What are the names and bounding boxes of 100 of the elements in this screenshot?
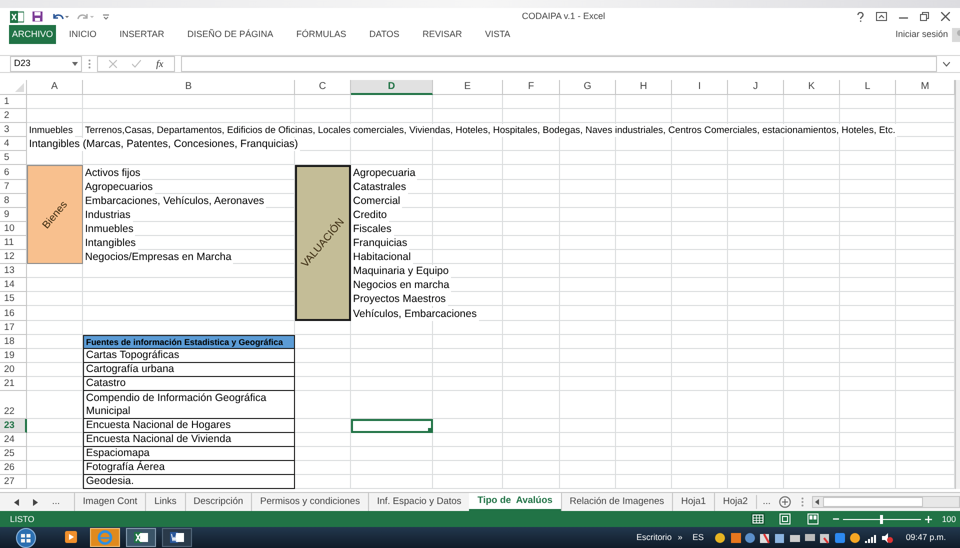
ribbon-tab[interactable]: INICIO [66,25,100,44]
ribbon-tab[interactable]: DISEÑO DE PÁGINA [184,25,276,44]
column-header[interactable]: A [27,80,83,95]
row-header[interactable]: 6 [0,165,27,180]
row-header[interactable]: 16 [0,306,27,320]
ribbon-display-icon[interactable] [876,12,887,21]
column-header[interactable]: H [616,80,672,95]
table-cell: Cartas Topográficas [83,348,295,363]
table-header: Fuentes de información Estadistica y Geográfica [83,334,295,349]
zoom-slider-thumb[interactable] [880,514,884,524]
document-app-icon[interactable] [162,528,192,547]
cell-text: Intangibles [83,237,138,250]
vertical-scrollbar[interactable] [955,80,960,490]
row-header[interactable]: 27 [0,475,27,490]
close-icon[interactable] [941,12,950,21]
desktop-toolbar-label[interactable]: Escritorio [636,531,672,544]
row-header[interactable]: 3 [0,123,27,138]
row-header[interactable]: 14 [0,278,27,292]
sign-in-link[interactable]: Iniciar sesión [895,28,948,42]
row-header[interactable]: 17 [0,320,27,335]
toolbar-chevron[interactable]: » [678,531,682,544]
row-header[interactable]: 11 [0,236,27,250]
column-header[interactable]: E [433,80,503,95]
row-header[interactable]: 5 [0,151,27,166]
row-header[interactable]: 9 [0,208,27,222]
row-header[interactable]: 18 [0,334,27,349]
ribbon-tab[interactable]: REVISAR [419,25,465,44]
column-header[interactable]: C [295,80,351,95]
cell-text: Activos fijos [83,166,142,180]
status-text: LISTO [10,512,34,526]
row-header[interactable]: 25 [0,447,27,462]
scroll-left-icon[interactable] [14,498,19,506]
column-header[interactable]: F [503,80,560,95]
name-box[interactable]: D23 [10,56,82,72]
column-header[interactable]: G [560,80,616,95]
row-header[interactable]: 8 [0,194,27,208]
row-header[interactable]: 24 [0,433,27,448]
more-sheets[interactable]: ... [52,494,60,510]
column-header[interactable]: B [83,80,295,95]
insert-function-button[interactable]: fx [156,56,164,72]
row-header[interactable]: 23 [0,418,27,434]
row-header[interactable]: 22 [0,390,27,419]
table-cell: Encuesta Nacional de Vivienda [83,433,295,448]
clock[interactable]: 09:47 p.m. [906,531,946,544]
zoom-out-icon[interactable] [832,516,839,522]
cell-text: Agropecuarios [83,180,155,194]
zoom-percent[interactable]: 100 [942,512,956,526]
normal-view-icon[interactable] [750,513,765,525]
ribbon-tab[interactable]: ARCHIVO [9,25,56,44]
spreadsheet-app-icon[interactable] [10,10,24,22]
cell-text: Terrenos,Casas, Departamentos, Edificios de Oficinas, Locales comerciales, Viviendas, Hoteles, Hospitales, Bodegas, Naves industriales, Centros Comerciales, estacionamientos, Hoteles, Etc. [83,124,898,138]
formula-input[interactable] [181,56,937,72]
cell-text: Catastrales [351,180,408,194]
row-header[interactable]: 21 [0,376,27,391]
row-header[interactable]: 2 [0,109,27,124]
language-indicator[interactable]: ES [692,531,704,544]
cell-text: Intangibles (Marcas, Patentes, Concesiones, Franquicias) [27,138,300,152]
row-header[interactable]: 15 [0,292,27,306]
column-header[interactable]: M [896,80,955,95]
column-header[interactable]: L [840,80,896,95]
column-header[interactable]: K [784,80,840,95]
zoom-slider[interactable] [842,514,921,524]
zoom-in-icon[interactable] [924,516,932,522]
undo-icon[interactable] [51,12,69,22]
ribbon-tab[interactable]: INSERTAR [116,25,168,44]
help-icon[interactable] [857,12,864,22]
column-header[interactable]: I [672,80,728,95]
ribbon-tab[interactable]: DATOS [366,25,402,44]
page-break-icon[interactable] [806,513,819,525]
row-header[interactable]: 26 [0,461,27,476]
horizontal-scrollbar[interactable] [812,496,960,508]
restore-icon[interactable] [920,12,929,21]
row-header[interactable]: 19 [0,348,27,363]
sheet-tab[interactable]: Tipo de Avalúos [469,493,561,511]
cell-text: Agropecuaria [351,166,418,180]
save-icon[interactable] [32,11,43,22]
table-cell: Fotografía Áerea [83,461,295,476]
scroll-right-icon[interactable] [33,498,38,506]
cell-text: Industrias [83,208,133,222]
row-header[interactable]: 20 [0,362,27,377]
column-header[interactable]: D [351,80,433,95]
page-layout-icon[interactable] [778,513,791,525]
table-cell: Compendio de Información Geográfica Municipal [83,390,295,419]
selected-cell[interactable] [351,418,433,434]
spreadsheet-app-icon[interactable] [126,528,156,547]
column-header[interactable]: J [728,80,784,95]
add-sheet-icon[interactable] [778,496,791,508]
row-header[interactable]: 4 [0,137,27,152]
expand-icon[interactable] [943,62,950,66]
row-header[interactable]: 12 [0,250,27,264]
check-icon[interactable] [132,60,141,68]
more-sheets[interactable]: ... [756,494,777,510]
row-header[interactable]: 13 [0,264,27,278]
row-header[interactable]: 7 [0,180,27,194]
row-header[interactable]: 10 [0,222,27,236]
ribbon-tab[interactable]: FÓRMULAS [293,25,350,44]
ribbon-tab[interactable]: VISTA [482,25,514,44]
row-header[interactable]: 1 [0,95,27,110]
customize-icon[interactable] [103,14,109,20]
cell-text: Proyectos Maestros [351,293,448,306]
